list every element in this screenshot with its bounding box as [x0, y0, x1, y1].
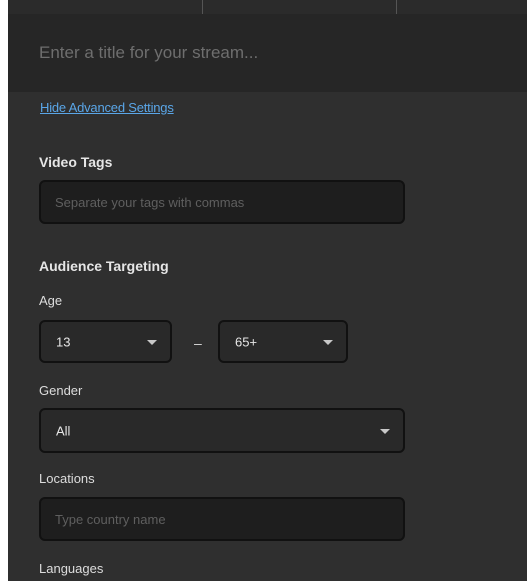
- chevron-down-icon: [323, 339, 333, 345]
- age-max-value: 65+: [235, 334, 258, 349]
- locations-input[interactable]: [39, 497, 405, 541]
- video-tags-input[interactable]: [39, 180, 405, 224]
- locations-label: Locations: [39, 471, 95, 486]
- audience-targeting-heading: Audience Targeting: [39, 258, 169, 274]
- video-tags-heading: Video Tags: [39, 154, 113, 170]
- tab-divider: [396, 0, 397, 14]
- age-min-select[interactable]: 13: [39, 320, 172, 363]
- chevron-down-icon: [380, 428, 390, 434]
- age-min-value: 13: [56, 334, 71, 349]
- chevron-down-icon: [147, 339, 157, 345]
- gender-label: Gender: [39, 383, 83, 398]
- age-range-separator: –: [194, 335, 202, 351]
- tab-divider: [202, 0, 203, 14]
- age-max-select[interactable]: 65+: [218, 320, 348, 363]
- top-tab-strip: [8, 0, 527, 15]
- age-label: Age: [39, 293, 63, 308]
- advanced-settings-panel: Hide Advanced Settings Video Tags Audien…: [8, 0, 527, 581]
- gender-select[interactable]: All: [39, 408, 405, 453]
- stream-title-input[interactable]: [8, 14, 527, 92]
- hide-advanced-settings-link[interactable]: Hide Advanced Settings: [40, 100, 174, 115]
- gender-value: All: [56, 423, 71, 438]
- languages-label: Languages: [39, 561, 104, 576]
